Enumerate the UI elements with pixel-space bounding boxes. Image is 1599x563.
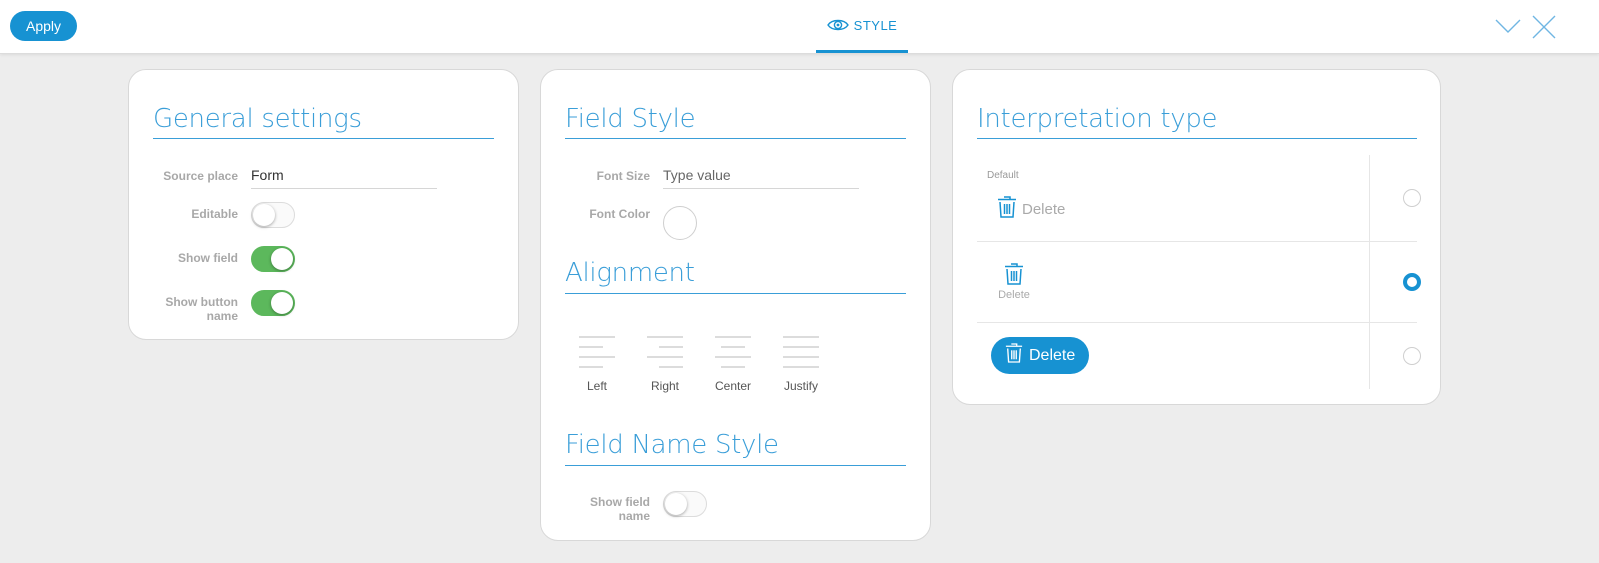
general-settings-title: General settings — [153, 104, 362, 134]
list-item: Delete — [977, 322, 1421, 389]
show-field-label: Show field — [178, 251, 238, 265]
trash-icon — [1005, 342, 1023, 369]
delete-button-label: Delete — [1029, 346, 1076, 364]
delete-stacked-option[interactable]: Delete — [989, 259, 1039, 301]
apply-button[interactable]: Apply — [10, 11, 77, 41]
top-toolbar: Apply STYLE — [0, 0, 1599, 54]
field-name-style-title: Field Name Style — [565, 430, 779, 460]
trash-icon — [989, 262, 1039, 286]
align-left-icon — [579, 336, 615, 368]
source-place-label: Source place — [163, 169, 238, 183]
delete-button-option[interactable]: Delete — [991, 337, 1090, 374]
title-underline — [977, 138, 1417, 139]
trash-icon — [997, 195, 1017, 223]
eye-icon — [826, 18, 849, 32]
interpretation-radio-default[interactable] — [1403, 189, 1421, 207]
tab-style-label: STYLE — [853, 17, 898, 33]
show-button-name-toggle[interactable] — [251, 290, 295, 316]
show-field-name-toggle[interactable] — [663, 491, 707, 517]
delete-stacked-label: Delete — [998, 289, 1030, 301]
alignment-title: Alignment — [565, 258, 695, 288]
field-style-card: Field Style Font Size Font Color Alignme… — [540, 69, 931, 541]
font-size-input[interactable] — [663, 162, 859, 189]
editable-toggle[interactable] — [251, 202, 295, 228]
title-underline — [153, 138, 494, 139]
show-field-toggle[interactable] — [251, 246, 295, 272]
font-color-label: Font Color — [589, 207, 650, 221]
editable-label: Editable — [191, 207, 238, 221]
align-right-icon — [647, 336, 683, 368]
delete-inline-option[interactable]: Delete — [997, 195, 1065, 223]
show-field-name-label: Show field name — [590, 495, 650, 523]
title-underline — [565, 465, 906, 466]
align-center-option[interactable]: Center — [708, 335, 758, 393]
title-underline — [565, 293, 906, 294]
field-style-title: Field Style — [565, 104, 696, 134]
close-icon[interactable] — [1531, 14, 1557, 40]
list-item: Default Delete — [977, 155, 1421, 242]
align-right-option[interactable]: Right — [640, 335, 690, 393]
interpretation-radio-stacked[interactable] — [1403, 273, 1421, 291]
align-justify-icon — [783, 336, 819, 368]
source-place-input[interactable] — [251, 162, 437, 189]
align-left-option[interactable]: Left — [572, 335, 622, 393]
list-item: Delete — [977, 241, 1421, 323]
chevron-down-icon[interactable] — [1495, 14, 1521, 40]
tab-style[interactable]: STYLE — [816, 0, 908, 53]
delete-inline-label: Delete — [1022, 200, 1066, 218]
font-size-label: Font Size — [596, 169, 650, 183]
align-center-icon — [715, 336, 751, 368]
interpretation-type-card: Interpretation type Default Delete Delet… — [952, 69, 1441, 405]
show-button-name-label: Show button name — [165, 295, 238, 323]
title-underline — [565, 138, 906, 139]
interpretation-type-title: Interpretation type — [977, 104, 1218, 134]
general-settings-card: General settings Source place Editable S… — [128, 69, 519, 340]
align-justify-option[interactable]: Justify — [776, 335, 826, 393]
interpretation-radio-button[interactable] — [1403, 347, 1421, 365]
default-caption: Default — [987, 170, 1019, 181]
font-color-picker[interactable] — [663, 206, 697, 240]
